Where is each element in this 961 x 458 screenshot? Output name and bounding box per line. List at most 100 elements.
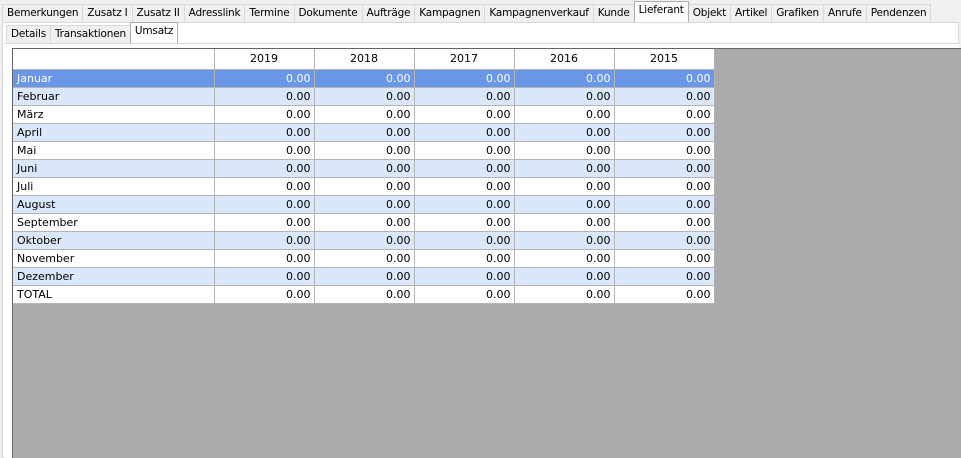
- tab-objekt[interactable]: Objekt: [687, 4, 732, 22]
- cell-value[interactable]: 0.00: [414, 141, 515, 160]
- table-row[interactable]: Mai 0.00 0.00 0.00 0.00 0.00: [13, 141, 715, 160]
- cell-value[interactable]: 0.00: [314, 213, 415, 232]
- tab-zusatz-ii[interactable]: Zusatz II: [131, 4, 185, 22]
- cell-value[interactable]: 0.00: [514, 231, 615, 250]
- row-label[interactable]: Februar: [13, 87, 215, 106]
- cell-value[interactable]: 0.00: [614, 87, 715, 106]
- cell-value[interactable]: 0.00: [314, 105, 415, 124]
- tab-pendenzen[interactable]: Pendenzen: [865, 4, 932, 22]
- cell-value[interactable]: 0.00: [214, 231, 315, 250]
- cell-value[interactable]: 0.00: [514, 105, 615, 124]
- cell-value[interactable]: 0.00: [614, 69, 715, 88]
- subtab-umsatz[interactable]: Umsatz: [129, 22, 179, 43]
- cell-value[interactable]: 0.00: [614, 141, 715, 160]
- table-row[interactable]: August 0.00 0.00 0.00 0.00 0.00: [13, 195, 715, 214]
- cell-value[interactable]: 0.00: [314, 285, 415, 304]
- cell-value[interactable]: 0.00: [314, 177, 415, 196]
- cell-value[interactable]: 0.00: [314, 87, 415, 106]
- cell-value[interactable]: 0.00: [614, 249, 715, 268]
- cell-value[interactable]: 0.00: [314, 69, 415, 88]
- tab-grafiken[interactable]: Grafiken: [771, 4, 824, 22]
- table-row[interactable]: November 0.00 0.00 0.00 0.00 0.00: [13, 249, 715, 268]
- row-label[interactable]: November: [13, 249, 215, 268]
- cell-value[interactable]: 0.00: [614, 267, 715, 286]
- column-header-label[interactable]: [13, 49, 215, 70]
- column-header-year[interactable]: 2018: [314, 49, 415, 70]
- cell-value[interactable]: 0.00: [614, 177, 715, 196]
- cell-value[interactable]: 0.00: [414, 105, 515, 124]
- cell-value[interactable]: 0.00: [214, 159, 315, 178]
- cell-value[interactable]: 0.00: [314, 267, 415, 286]
- cell-value[interactable]: 0.00: [514, 159, 615, 178]
- tab-auftraege[interactable]: Aufträge: [361, 4, 416, 22]
- cell-value[interactable]: 0.00: [514, 195, 615, 214]
- tab-zusatz-i[interactable]: Zusatz I: [82, 4, 133, 22]
- cell-value[interactable]: 0.00: [314, 249, 415, 268]
- cell-value[interactable]: 0.00: [414, 123, 515, 142]
- cell-value[interactable]: 0.00: [614, 285, 715, 304]
- tab-bemerkungen[interactable]: Bemerkungen: [2, 4, 84, 22]
- cell-value[interactable]: 0.00: [614, 105, 715, 124]
- table-row[interactable]: September 0.00 0.00 0.00 0.00 0.00: [13, 213, 715, 232]
- cell-value[interactable]: 0.00: [414, 285, 515, 304]
- table-row[interactable]: März 0.00 0.00 0.00 0.00 0.00: [13, 105, 715, 124]
- cell-value[interactable]: 0.00: [614, 213, 715, 232]
- tab-kunde[interactable]: Kunde: [592, 4, 635, 22]
- cell-value[interactable]: 0.00: [314, 159, 415, 178]
- row-label[interactable]: Oktober: [13, 231, 215, 250]
- cell-value[interactable]: 0.00: [614, 159, 715, 178]
- cell-value[interactable]: 0.00: [514, 249, 615, 268]
- table-row[interactable]: Oktober 0.00 0.00 0.00 0.00 0.00: [13, 231, 715, 250]
- cell-value[interactable]: 0.00: [314, 231, 415, 250]
- subtab-details[interactable]: Details: [6, 25, 52, 43]
- cell-value[interactable]: 0.00: [514, 177, 615, 196]
- cell-value[interactable]: 0.00: [414, 159, 515, 178]
- cell-value[interactable]: 0.00: [614, 195, 715, 214]
- row-label[interactable]: September: [13, 213, 215, 232]
- row-label[interactable]: TOTAL: [13, 285, 215, 304]
- column-header-year[interactable]: 2015: [614, 49, 715, 70]
- cell-value[interactable]: 0.00: [214, 195, 315, 214]
- column-header-year[interactable]: 2019: [214, 49, 315, 70]
- cell-value[interactable]: 0.00: [214, 213, 315, 232]
- table-row[interactable]: Dezember 0.00 0.00 0.00 0.00 0.00: [13, 267, 715, 286]
- column-header-year[interactable]: 2016: [514, 49, 615, 70]
- row-label[interactable]: Dezember: [13, 267, 215, 286]
- cell-value[interactable]: 0.00: [614, 231, 715, 250]
- row-label[interactable]: Mai: [13, 141, 215, 160]
- tab-artikel[interactable]: Artikel: [730, 4, 773, 22]
- cell-value[interactable]: 0.00: [214, 141, 315, 160]
- cell-value[interactable]: 0.00: [214, 249, 315, 268]
- cell-value[interactable]: 0.00: [414, 177, 515, 196]
- cell-value[interactable]: 0.00: [314, 141, 415, 160]
- cell-value[interactable]: 0.00: [414, 69, 515, 88]
- row-label[interactable]: April: [13, 123, 215, 142]
- table-row[interactable]: April 0.00 0.00 0.00 0.00 0.00: [13, 123, 715, 142]
- row-label[interactable]: Juni: [13, 159, 215, 178]
- cell-value[interactable]: 0.00: [214, 87, 315, 106]
- cell-value[interactable]: 0.00: [614, 123, 715, 142]
- tab-kampagnen[interactable]: Kampagnen: [414, 4, 486, 22]
- cell-value[interactable]: 0.00: [214, 123, 315, 142]
- cell-value[interactable]: 0.00: [314, 123, 415, 142]
- cell-value[interactable]: 0.00: [514, 69, 615, 88]
- cell-value[interactable]: 0.00: [514, 267, 615, 286]
- cell-value[interactable]: 0.00: [414, 267, 515, 286]
- table-row[interactable]: Februar 0.00 0.00 0.00 0.00 0.00: [13, 87, 715, 106]
- cell-value[interactable]: 0.00: [514, 141, 615, 160]
- tab-termine[interactable]: Termine: [244, 4, 295, 22]
- row-label[interactable]: August: [13, 195, 215, 214]
- subtab-transaktionen[interactable]: Transaktionen: [50, 25, 131, 43]
- cell-value[interactable]: 0.00: [514, 123, 615, 142]
- cell-value[interactable]: 0.00: [514, 87, 615, 106]
- table-row[interactable]: Juli 0.00 0.00 0.00 0.00 0.00: [13, 177, 715, 196]
- cell-value[interactable]: 0.00: [214, 267, 315, 286]
- table-row[interactable]: Juni 0.00 0.00 0.00 0.00 0.00: [13, 159, 715, 178]
- cell-value[interactable]: 0.00: [414, 195, 515, 214]
- cell-value[interactable]: 0.00: [514, 285, 615, 304]
- table-row-total[interactable]: TOTAL 0.00 0.00 0.00 0.00 0.00: [13, 285, 715, 304]
- tab-dokumente[interactable]: Dokumente: [293, 4, 363, 22]
- tab-adresslink[interactable]: Adresslink: [183, 4, 246, 22]
- cell-value[interactable]: 0.00: [214, 105, 315, 124]
- cell-value[interactable]: 0.00: [214, 177, 315, 196]
